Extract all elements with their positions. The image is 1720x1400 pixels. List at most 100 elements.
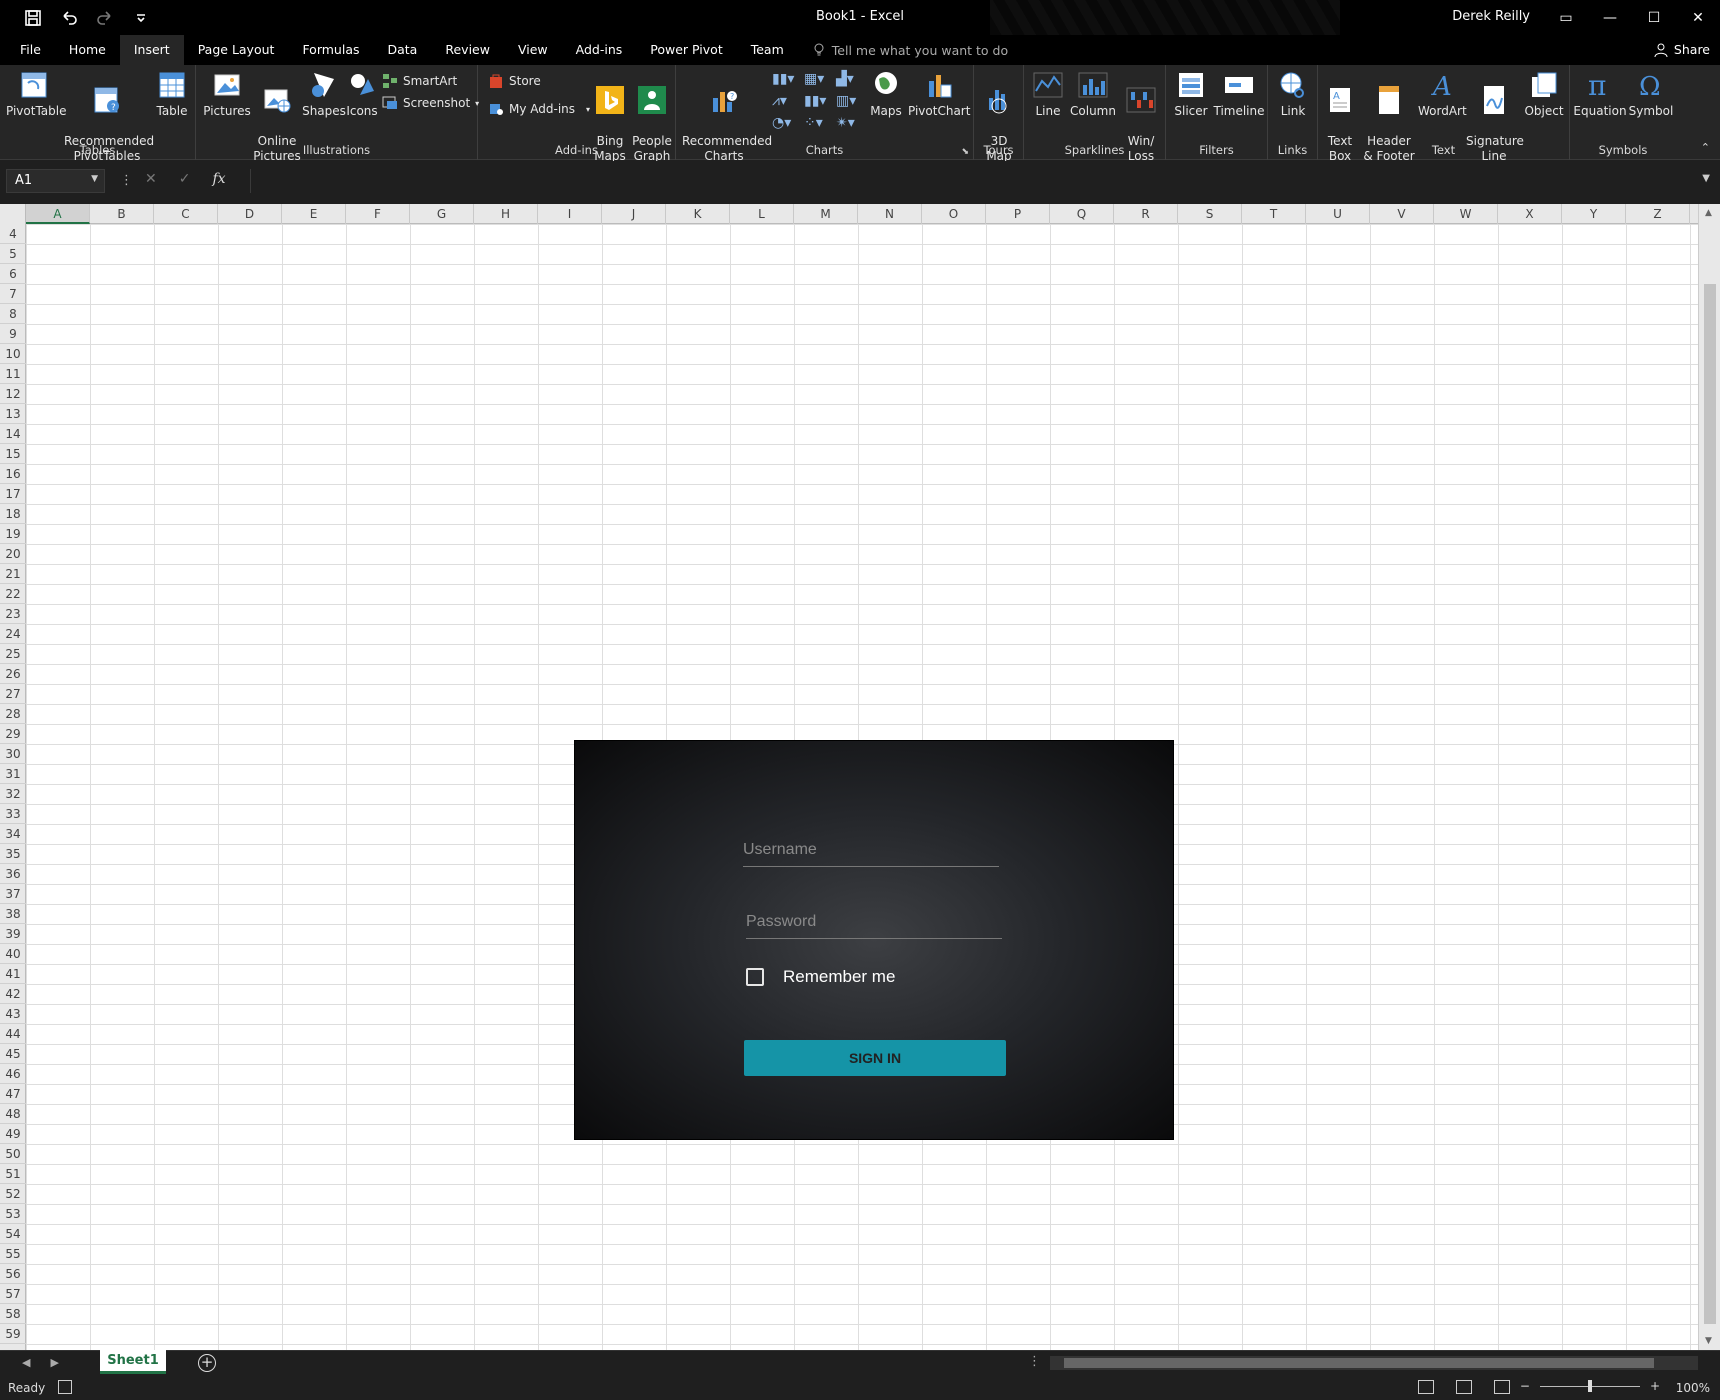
shapes-button[interactable]: Shapes xyxy=(302,69,346,119)
equation-button[interactable]: π Equation xyxy=(1572,69,1628,119)
column-header[interactable]: D xyxy=(218,204,282,224)
column-header[interactable]: K xyxy=(666,204,730,224)
store-button[interactable]: Store xyxy=(488,73,541,89)
row-header[interactable]: 11 xyxy=(0,364,26,384)
row-header[interactable]: 37 xyxy=(0,884,26,904)
row-header[interactable]: 36 xyxy=(0,864,26,884)
page-break-view-icon[interactable] xyxy=(1494,1380,1510,1394)
row-header[interactable]: 4 xyxy=(0,224,26,244)
tab-view[interactable]: View xyxy=(504,35,562,65)
column-header[interactable]: S xyxy=(1178,204,1242,224)
row-header[interactable]: 19 xyxy=(0,524,26,544)
row-header[interactable]: 59 xyxy=(0,1324,26,1344)
column-header[interactable]: R xyxy=(1114,204,1178,224)
column-header[interactable]: E xyxy=(282,204,346,224)
row-header[interactable]: 15 xyxy=(0,444,26,464)
column-header[interactable]: J xyxy=(602,204,666,224)
combo-chart-icon[interactable]: ▥▾ xyxy=(836,93,862,111)
row-header[interactable]: 53 xyxy=(0,1204,26,1224)
row-header[interactable]: 43 xyxy=(0,1004,26,1024)
timeline-button[interactable]: Timeline xyxy=(1212,69,1266,119)
row-header[interactable]: 8 xyxy=(0,304,26,324)
column-header[interactable]: P xyxy=(986,204,1050,224)
select-all-corner[interactable] xyxy=(0,204,26,224)
pictures-button[interactable]: Pictures xyxy=(202,69,252,119)
tab-file[interactable]: File xyxy=(6,35,55,65)
row-header[interactable]: 32 xyxy=(0,784,26,804)
row-header[interactable]: 24 xyxy=(0,624,26,644)
maps-button[interactable]: Maps xyxy=(866,69,906,119)
column-header[interactable]: O xyxy=(922,204,986,224)
sign-in-button[interactable]: SIGN IN xyxy=(744,1040,1006,1076)
row-header[interactable]: 26 xyxy=(0,664,26,684)
tab-team[interactable]: Team xyxy=(737,35,798,65)
row-header[interactable]: 41 xyxy=(0,964,26,984)
horizontal-scroll-thumb[interactable] xyxy=(1064,1358,1654,1368)
zoom-knob[interactable] xyxy=(1587,1379,1592,1392)
column-header[interactable]: F xyxy=(346,204,410,224)
row-header[interactable]: 28 xyxy=(0,704,26,724)
row-header[interactable]: 5 xyxy=(0,244,26,264)
row-header[interactable]: 20 xyxy=(0,544,26,564)
row-header[interactable]: 29 xyxy=(0,724,26,744)
row-header[interactable]: 14 xyxy=(0,424,26,444)
column-chart-icon[interactable]: ▮▮▾ xyxy=(772,71,798,89)
row-header[interactable]: 7 xyxy=(0,284,26,304)
table-button[interactable]: Table xyxy=(152,69,192,119)
enter-icon[interactable]: ✓ xyxy=(179,171,191,187)
row-header[interactable]: 40 xyxy=(0,944,26,964)
vertical-scrollbar[interactable]: ▲ ▼ xyxy=(1698,204,1720,1350)
wordart-button[interactable]: A WordArt xyxy=(1418,69,1467,119)
row-header[interactable]: 49 xyxy=(0,1124,26,1144)
customize-qat-icon[interactable] xyxy=(128,6,154,30)
zoom-track[interactable] xyxy=(1539,1379,1640,1392)
symbol-button[interactable]: Ω Symbol xyxy=(1628,69,1674,119)
row-header[interactable]: 10 xyxy=(0,344,26,364)
sparkline-column-button[interactable]: Column xyxy=(1070,69,1116,119)
row-header[interactable]: 44 xyxy=(0,1024,26,1044)
column-header[interactable]: N xyxy=(858,204,922,224)
macro-record-icon[interactable] xyxy=(58,1380,72,1394)
normal-view-icon[interactable] xyxy=(1418,1380,1434,1394)
pivotchart-button[interactable]: PivotChart xyxy=(908,69,970,119)
row-header[interactable]: 13 xyxy=(0,404,26,424)
row-header[interactable]: 23 xyxy=(0,604,26,624)
column-header[interactable]: V xyxy=(1370,204,1434,224)
tab-split-grip-icon[interactable]: ⋮ xyxy=(1028,1354,1041,1369)
link-button[interactable]: Link xyxy=(1274,69,1312,119)
formula-bar-grip-icon[interactable]: ⋮ xyxy=(120,173,133,188)
row-header[interactable]: 31 xyxy=(0,764,26,784)
save-icon[interactable] xyxy=(20,6,46,30)
row-header[interactable]: 50 xyxy=(0,1144,26,1164)
charts-dialog-launcher-icon[interactable]: ⬊ xyxy=(961,147,969,157)
row-header[interactable]: 33 xyxy=(0,804,26,824)
line-chart-icon[interactable]: ⩘▾ xyxy=(772,93,798,111)
row-header[interactable]: 45 xyxy=(0,1044,26,1064)
column-header[interactable]: Q xyxy=(1050,204,1114,224)
row-header[interactable]: 39 xyxy=(0,924,26,944)
row-header[interactable]: 57 xyxy=(0,1284,26,1304)
username-input[interactable] xyxy=(743,833,999,866)
pivottable-button[interactable]: PivotTable xyxy=(6,69,67,119)
row-header[interactable]: 22 xyxy=(0,584,26,604)
username-field[interactable] xyxy=(743,833,999,867)
pie-chart-icon[interactable]: ◔▾ xyxy=(772,115,798,133)
sparkline-line-button[interactable]: Line xyxy=(1030,69,1066,119)
row-header[interactable]: 21 xyxy=(0,564,26,584)
column-header[interactable]: U xyxy=(1306,204,1370,224)
column-header[interactable]: C xyxy=(154,204,218,224)
row-header[interactable]: 18 xyxy=(0,504,26,524)
column-header[interactable]: X xyxy=(1498,204,1562,224)
remember-me-row[interactable]: Remember me xyxy=(746,967,895,987)
waterfall-chart-icon[interactable]: ▟▾ xyxy=(836,71,862,89)
tab-power-pivot[interactable]: Power Pivot xyxy=(636,35,736,65)
column-header[interactable]: G xyxy=(410,204,474,224)
tab-data[interactable]: Data xyxy=(374,35,432,65)
column-header[interactable]: T xyxy=(1242,204,1306,224)
tab-formulas[interactable]: Formulas xyxy=(288,35,373,65)
password-input[interactable] xyxy=(746,905,1002,938)
row-header[interactable]: 56 xyxy=(0,1264,26,1284)
column-header[interactable]: W xyxy=(1434,204,1498,224)
row-header[interactable]: 42 xyxy=(0,984,26,1004)
row-header[interactable]: 46 xyxy=(0,1064,26,1084)
